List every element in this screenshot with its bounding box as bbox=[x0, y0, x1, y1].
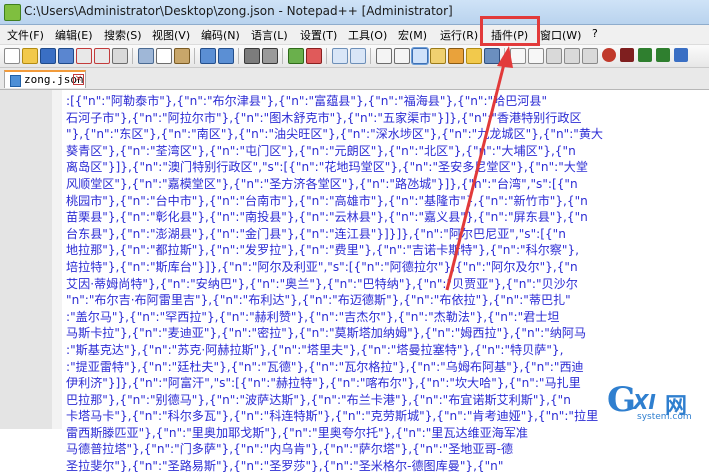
menu-view[interactable]: 视图(V) bbox=[152, 27, 190, 43]
code-line: 台东县"},{"n":"澎湖县"},{"n":"金门县"},{"n":"连江县"… bbox=[66, 226, 566, 241]
play-triangle-icon[interactable] bbox=[638, 48, 652, 62]
code-line: :[{"n":"阿勒泰市"},{"n":"布尔津县"},{"n":"富蕴县"},… bbox=[66, 94, 548, 108]
toolbar-separator bbox=[282, 48, 283, 64]
zoom-in-icon[interactable] bbox=[288, 48, 304, 64]
menu-language[interactable]: 语言(L) bbox=[251, 27, 288, 43]
menu-window[interactable]: 窗口(W) bbox=[540, 27, 581, 43]
editor-area[interactable]: :[{"n":"阿勒泰市"},{"n":"布尔津县"},{"n":"富蕴县"},… bbox=[0, 90, 709, 473]
play-multiple-icon[interactable] bbox=[564, 48, 580, 64]
code-line: "n":"布尔吉·布阿雷里吉"},{"n":"布利达"},{"n":"布迈德斯"… bbox=[66, 293, 571, 308]
menu-macro[interactable]: 宏(M) bbox=[398, 27, 427, 43]
code-line: 葵青区"},{"n":"荃湾区"},{"n":"屯门区"},{"n":"元朗区"… bbox=[66, 143, 576, 158]
code-line: 石河子市"},{"n":"阿拉尔市"},{"n":"图木舒克市"},{"n":"… bbox=[66, 110, 582, 125]
record-dot-icon[interactable] bbox=[602, 48, 616, 62]
code-line: 马斯卡拉"},{"n":"麦迪亚"},{"n":"密拉"},{"n":"莫斯塔加… bbox=[66, 326, 587, 341]
record-macro-icon[interactable] bbox=[510, 48, 526, 64]
menu-edit[interactable]: 编辑(E) bbox=[55, 27, 93, 43]
code-line: 离岛区"}]},{"n":"澳门特别行政区","s":[{"n":"花地玛堂区"… bbox=[66, 160, 588, 175]
toolbar-separator bbox=[238, 48, 239, 64]
code-line: :"盖尔马"},{"n":"罕西拉"},{"n":"赫利赞"},{"n":"吉杰… bbox=[66, 309, 560, 324]
site-watermark: G XI 网 system.com bbox=[605, 380, 705, 426]
open-file-icon[interactable] bbox=[22, 48, 38, 64]
stop-square-icon[interactable] bbox=[620, 48, 634, 62]
new-file-icon[interactable] bbox=[4, 48, 20, 64]
menu-run[interactable]: 运行(R) bbox=[440, 27, 478, 43]
indent-guide-icon[interactable] bbox=[411, 47, 429, 65]
save-all-icon[interactable] bbox=[58, 48, 74, 64]
code-line: 苗栗县"},{"n":"彰化县"},{"n":"南投县"},{"n":"云林县"… bbox=[66, 210, 588, 225]
toolbar-separator bbox=[504, 48, 505, 64]
play-macro-icon[interactable] bbox=[546, 48, 562, 64]
code-line: 培拉特"},{"n":"斯库台"}]},{"n":"阿尔及利亚","s":[{"… bbox=[66, 259, 578, 274]
undo-icon[interactable] bbox=[200, 48, 216, 64]
notepadpp-app-icon bbox=[4, 4, 21, 21]
find-icon[interactable] bbox=[244, 48, 260, 64]
toolbar-separator bbox=[326, 48, 327, 64]
code-line: 地拉那"},{"n":"都拉斯"},{"n":"发罗拉"},{"n":"费里"}… bbox=[66, 243, 579, 258]
close-icon[interactable] bbox=[76, 48, 92, 64]
menu-encoding[interactable]: 编码(N) bbox=[201, 27, 240, 43]
line-number-gutter bbox=[0, 90, 53, 429]
replace-icon[interactable] bbox=[262, 48, 278, 64]
tab-close-icon[interactable]: × bbox=[73, 74, 84, 85]
cut-icon[interactable] bbox=[138, 48, 154, 64]
code-line: 雷西斯滕匹亚"},{"n":"里奥加耶戈斯"},{"n":"里奥夸尔托"},{"… bbox=[66, 425, 529, 440]
word-wrap-icon[interactable] bbox=[376, 48, 392, 64]
tab-zong-json[interactable]: zong.json × bbox=[4, 70, 86, 88]
save-icon[interactable] bbox=[40, 48, 56, 64]
toolbar bbox=[0, 45, 709, 68]
title-bar: C:\Users\Administrator\Desktop\zong.json… bbox=[0, 0, 709, 25]
menu-settings[interactable]: 设置(T) bbox=[300, 27, 337, 43]
save-macro-icon[interactable] bbox=[582, 48, 598, 64]
menu-file[interactable]: 文件(F) bbox=[7, 27, 44, 43]
fold-margin[interactable] bbox=[52, 90, 62, 429]
watermark-domain: system.com bbox=[637, 412, 692, 422]
code-line: :"斯基克达"},{"n":"苏克·阿赫拉斯"},{"n":"塔里夫"},{"n… bbox=[66, 342, 564, 357]
paste-icon[interactable] bbox=[174, 48, 190, 64]
folder-workspace-icon[interactable] bbox=[466, 48, 482, 64]
code-line: "},{"n":"东区"},{"n":"南区"},{"n":"油尖旺区"},{"… bbox=[66, 127, 604, 142]
toolbar-separator bbox=[370, 48, 371, 64]
redo-icon[interactable] bbox=[218, 48, 234, 64]
close-all-icon[interactable] bbox=[94, 48, 110, 64]
show-all-chars-icon[interactable] bbox=[394, 48, 410, 64]
sync-horizontal-icon[interactable] bbox=[350, 48, 366, 64]
doc-map-icon[interactable] bbox=[430, 48, 446, 64]
print-icon[interactable] bbox=[112, 48, 128, 64]
monitor-icon[interactable] bbox=[484, 48, 500, 64]
save-recorded-icon[interactable] bbox=[674, 48, 688, 62]
watermark-g: G bbox=[607, 380, 637, 420]
code-line: 桃园市"},{"n":"台中市"},{"n":"台南市"},{"n":"高雄市"… bbox=[66, 193, 588, 208]
watermark-xi: XI bbox=[633, 390, 656, 414]
menu-tools[interactable]: 工具(O) bbox=[348, 27, 387, 43]
toolbar-separator bbox=[194, 48, 195, 64]
function-list-icon[interactable] bbox=[448, 48, 464, 64]
code-line: 风顺堂区"},{"n":"嘉模堂区"},{"n":"圣方济各堂区"},{"n":… bbox=[66, 176, 578, 191]
copy-icon[interactable] bbox=[156, 48, 172, 64]
stop-record-icon[interactable] bbox=[528, 48, 544, 64]
code-line: 艾因·蒂姆尚特"},{"n":"安纳巴"},{"n":"奥兰"},{"n":"巴… bbox=[66, 276, 578, 291]
code-line: 马德普拉塔"},{"n":"门多萨"},{"n":"内乌肯"},{"n":"萨尔… bbox=[66, 442, 514, 457]
file-icon bbox=[10, 75, 21, 87]
plugins-menu-highlight bbox=[480, 16, 540, 46]
sync-vertical-icon[interactable] bbox=[332, 48, 348, 64]
menu-help[interactable]: ? bbox=[592, 27, 598, 40]
code-line: 圣拉斐尔"},{"n":"圣路易斯"},{"n":"圣罗莎"},{"n":"圣米… bbox=[66, 459, 504, 474]
tab-bar: zong.json × bbox=[0, 68, 709, 90]
zoom-out-icon[interactable] bbox=[306, 48, 322, 64]
menu-search[interactable]: 搜索(S) bbox=[104, 27, 142, 43]
play-repeat-icon[interactable] bbox=[656, 48, 670, 62]
code-line: :"提亚雷特"},{"n":"廷杜夫"},{"n":"瓦德"},{"n":"瓦尔… bbox=[66, 359, 584, 374]
toolbar-separator bbox=[132, 48, 133, 64]
menu-bar: 文件(F) 编辑(E) 搜索(S) 视图(V) 编码(N) 语言(L) 设置(T… bbox=[0, 25, 709, 45]
window-title: C:\Users\Administrator\Desktop\zong.json… bbox=[24, 4, 453, 18]
